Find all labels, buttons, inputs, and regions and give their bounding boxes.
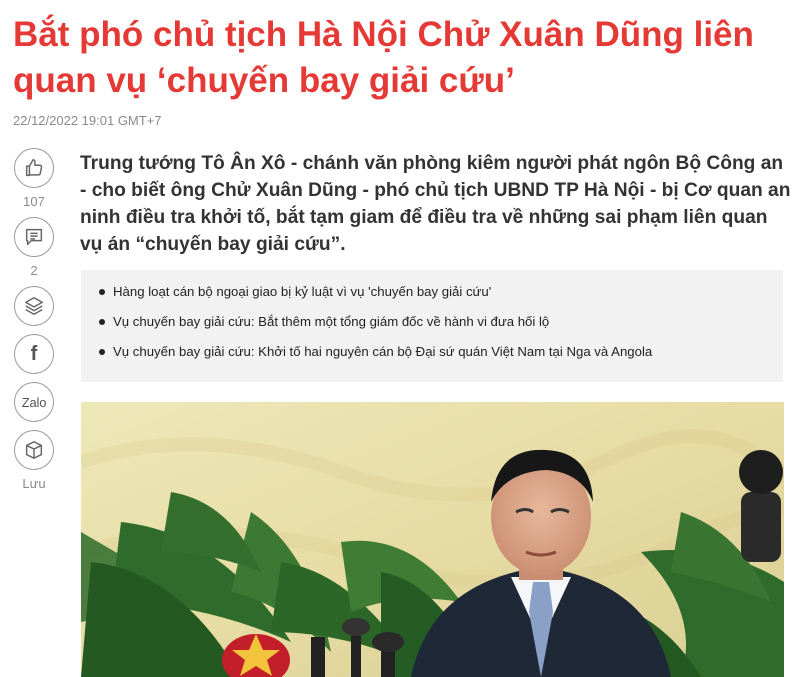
zalo-share-button[interactable]: Zalo — [14, 382, 54, 422]
facebook-share-action: f — [10, 334, 58, 374]
like-button[interactable] — [14, 148, 54, 188]
article-title: Bắt phó chủ tịch Hà Nội Chử Xuân Dũng li… — [13, 15, 754, 100]
related-link[interactable]: Hàng loạt cán bộ ngoại giao bị kỷ luật v… — [99, 284, 783, 299]
save-action: Lưu — [10, 430, 58, 491]
zalo-icon: Zalo — [21, 394, 47, 410]
comment-button[interactable] — [14, 217, 54, 257]
related-link[interactable]: Vụ chuyến bay giải cứu: Khởi tố hai nguy… — [99, 344, 783, 359]
related-links-box: Hàng loạt cán bộ ngoại giao bị kỷ luật v… — [81, 270, 783, 382]
box-icon — [25, 441, 43, 459]
zalo-share-action: Zalo — [10, 382, 58, 422]
comment-icon — [25, 228, 43, 246]
like-action: 107 — [10, 148, 58, 209]
like-count: 107 — [23, 194, 45, 209]
share-sidebar: 107 2 f Zalo Lưu — [10, 148, 58, 499]
article-lead: Trung tướng Tô Ân Xô - chánh văn phòng k… — [80, 153, 791, 255]
related-link[interactable]: Vụ chuyến bay giải cứu: Bắt thêm một tổn… — [99, 314, 783, 329]
facebook-share-button[interactable]: f — [14, 334, 54, 374]
save-button[interactable] — [14, 430, 54, 470]
article-photo-illustration — [81, 402, 784, 677]
layers-icon — [25, 297, 43, 315]
related-links-list: Hàng loạt cán bộ ngoại giao bị kỷ luật v… — [81, 270, 783, 359]
save-label: Lưu — [22, 476, 46, 491]
layers-action — [10, 286, 58, 326]
article-photo — [81, 402, 784, 677]
thumbs-up-icon — [25, 159, 43, 177]
layers-button[interactable] — [14, 286, 54, 326]
facebook-icon: f — [30, 342, 38, 365]
comment-action: 2 — [10, 217, 58, 278]
publish-timestamp: 22/12/2022 19:01 GMT+7 — [13, 113, 162, 128]
comment-count: 2 — [30, 263, 38, 278]
